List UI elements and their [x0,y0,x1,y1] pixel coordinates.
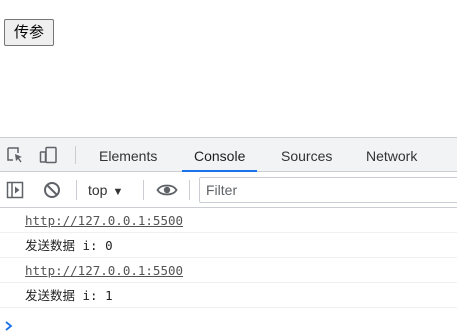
chevron-down-icon: ▼ [112,186,124,198]
live-expression-icon[interactable] [156,181,178,199]
console-message: http://127.0.0.1:5500 [0,258,457,283]
devtools-tabbar: Elements Console Sources Network [0,138,457,172]
tabbar-divider [75,146,76,164]
tab-network[interactable]: Network [366,138,417,171]
inspect-element-icon[interactable] [6,146,24,164]
message-text: 发送数据 i: 0 [25,238,113,253]
source-link[interactable]: http://127.0.0.1:5500 [25,263,183,278]
tab-elements[interactable]: Elements [99,138,157,171]
toolbar-divider [189,180,190,200]
devtools-panel: Elements Console Sources Network top ▼ F… [0,137,457,331]
source-link[interactable]: http://127.0.0.1:5500 [25,213,183,228]
tab-console[interactable]: Console [181,138,258,172]
console-log: http://127.0.0.1:5500 发送数据 i: 0 http://1… [0,208,457,308]
console-message: 发送数据 i: 1 [0,283,457,308]
clear-console-icon[interactable] [43,181,61,199]
console-message: 发送数据 i: 0 [0,233,457,258]
pass-param-button[interactable]: 传参 [4,19,55,46]
device-toolbar-icon[interactable] [39,146,57,164]
message-text: 发送数据 i: 1 [25,288,113,303]
context-selector-label: top [88,182,108,198]
filter-input[interactable] [199,177,457,203]
toolbar-divider [76,180,77,200]
console-message: http://127.0.0.1:5500 [0,208,457,233]
console-toolbar: top ▼ [0,172,457,208]
context-selector[interactable]: top ▼ [88,180,123,202]
page-content: 传参 [0,0,457,137]
tab-sources[interactable]: Sources [281,138,332,171]
show-sidebar-icon[interactable] [6,181,24,199]
toolbar-divider [143,180,144,200]
